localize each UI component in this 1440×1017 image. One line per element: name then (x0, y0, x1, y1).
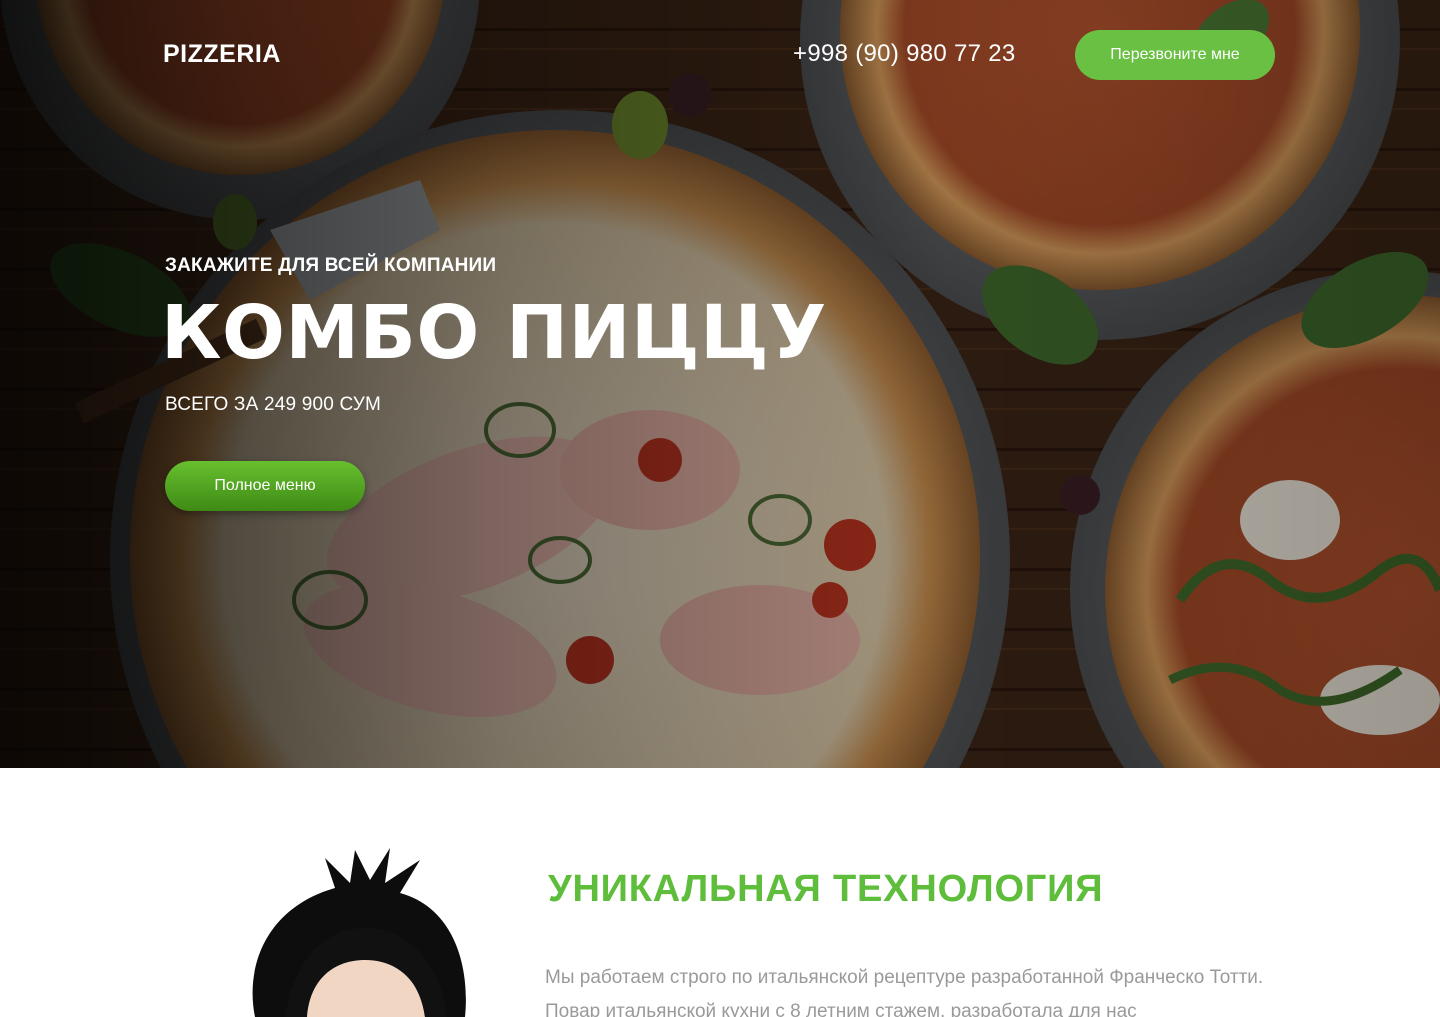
full-menu-button[interactable]: Полное меню (165, 461, 365, 511)
chef-photo (252, 848, 466, 1017)
hero-section: PIZZERIA +998 (90) 980 77 23 Перезвоните… (0, 0, 1440, 768)
phone-number[interactable]: +998 (90) 980 77 23 (793, 40, 1016, 68)
hero-headline: КОМБО ПИЦЦУ (161, 290, 827, 376)
hero-dark-overlay (0, 0, 1440, 768)
logo[interactable]: PIZZERIA (163, 40, 281, 69)
about-section: УНИКАЛЬНАЯ ТЕХНОЛОГИЯ Мы работаем строго… (0, 768, 1440, 1017)
hero-price: ВСЕГО ЗА 249 900 СУМ (165, 394, 382, 415)
about-text: Мы работаем строго по итальянской рецепт… (545, 967, 1264, 1017)
hero-eyebrow: ЗАКАЖИТЕ ДЛЯ ВСЕЙ КОМПАНИИ (165, 255, 497, 276)
about-title: УНИКАЛЬНАЯ ТЕХНОЛОГИЯ (548, 868, 1104, 910)
callback-button[interactable]: Перезвоните мне (1075, 30, 1275, 80)
